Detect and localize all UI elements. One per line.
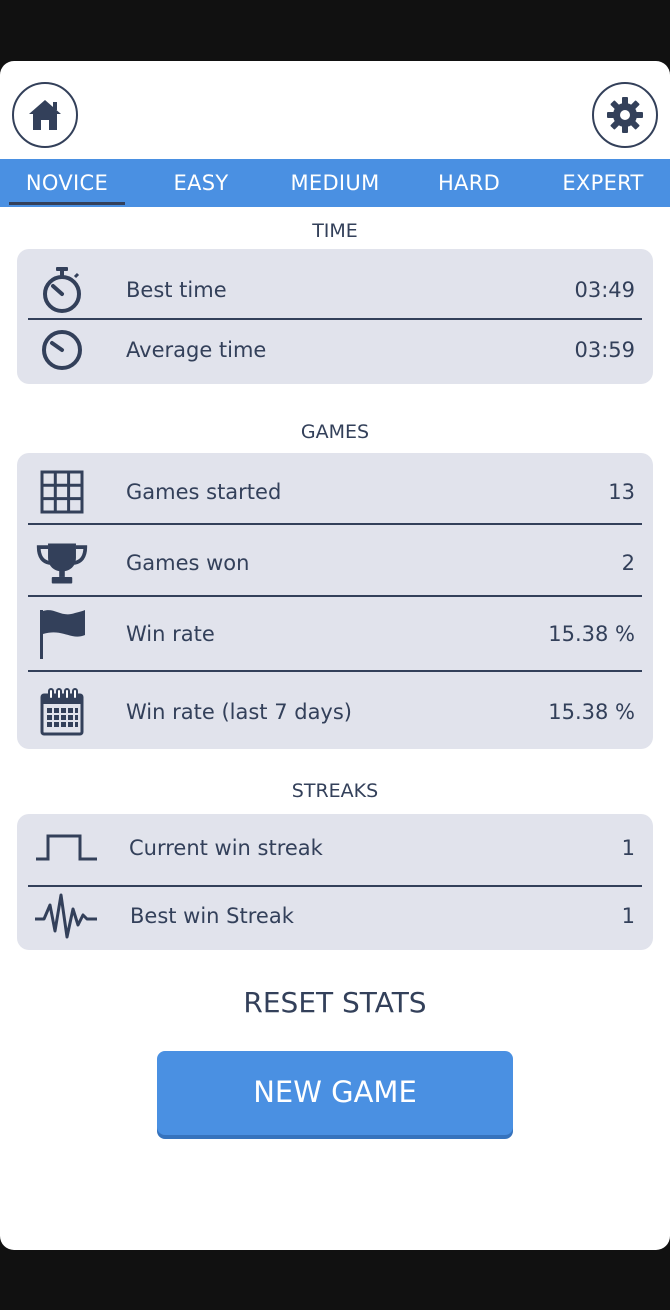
- tab-medium[interactable]: MEDIUM: [268, 159, 402, 207]
- stat-label: Win rate (last 7 days): [126, 700, 352, 724]
- grid-icon: [35, 467, 89, 517]
- stat-value: 03:59: [574, 338, 635, 362]
- gear-icon: [607, 97, 643, 133]
- settings-button[interactable]: [592, 82, 658, 148]
- stat-value: 2: [621, 551, 635, 575]
- stat-row-average-time: Average time 03:59: [17, 321, 653, 379]
- flag-icon: [35, 609, 89, 659]
- games-section-title: GAMES: [300, 421, 370, 443]
- pulse-icon: [34, 891, 98, 941]
- stat-label: Average time: [126, 338, 267, 362]
- stat-row-win-rate-7-days: Win rate (last 7 days) 15.38 %: [17, 683, 653, 741]
- divider: [28, 318, 642, 320]
- gauge-icon: [35, 325, 89, 375]
- step-wave-icon: [35, 823, 99, 873]
- divider: [28, 670, 642, 672]
- stat-label: Best time: [126, 278, 227, 302]
- stat-label: Win rate: [126, 622, 215, 646]
- games-card: Games started 13 Games won 2 Win rate 15…: [17, 453, 653, 749]
- stat-value: 13: [608, 480, 635, 504]
- time-card: Best time 03:49 Average time 03:59: [17, 249, 653, 384]
- stat-row-games-won: Games won 2: [17, 534, 653, 592]
- stat-value: 15.38 %: [548, 622, 635, 646]
- stat-row-win-rate: Win rate 15.38 %: [17, 605, 653, 663]
- stat-label: Games won: [126, 551, 250, 575]
- stat-value: 03:49: [574, 278, 635, 302]
- difficulty-tabs: NOVICE EASY MEDIUM HARD EXPERT: [0, 159, 670, 207]
- tab-easy[interactable]: EASY: [134, 159, 268, 207]
- tab-hard[interactable]: HARD: [402, 159, 536, 207]
- home-icon: [29, 100, 61, 130]
- stat-row-best-win-streak: Best win Streak 1: [17, 887, 653, 945]
- divider: [28, 595, 642, 597]
- stat-row-games-started: Games started 13: [17, 463, 653, 521]
- home-button[interactable]: [12, 82, 78, 148]
- new-game-button[interactable]: NEW GAME: [157, 1051, 513, 1135]
- trophy-icon: [35, 538, 89, 588]
- calendar-icon: [35, 687, 89, 737]
- stats-screen: NOVICE EASY MEDIUM HARD EXPERT TIME Best…: [0, 61, 670, 1250]
- stat-row-current-win-streak: Current win streak 1: [17, 819, 653, 877]
- divider: [28, 523, 642, 525]
- stat-value: 15.38 %: [548, 700, 635, 724]
- stat-label: Current win streak: [129, 836, 323, 860]
- tab-novice[interactable]: NOVICE: [0, 159, 134, 207]
- stat-value: 1: [621, 836, 635, 860]
- streaks-card: Current win streak 1 Best win Streak 1: [17, 814, 653, 950]
- tab-expert[interactable]: EXPERT: [536, 159, 670, 207]
- stat-row-best-time: Best time 03:49: [17, 261, 653, 319]
- time-section-title: TIME: [312, 220, 358, 242]
- stat-value: 1: [621, 904, 635, 928]
- stat-label: Games started: [126, 480, 282, 504]
- stopwatch-icon: [35, 265, 89, 315]
- streaks-section-title: STREAKS: [291, 780, 379, 802]
- reset-stats-button[interactable]: RESET STATS: [0, 986, 670, 1019]
- stat-label: Best win Streak: [130, 904, 294, 928]
